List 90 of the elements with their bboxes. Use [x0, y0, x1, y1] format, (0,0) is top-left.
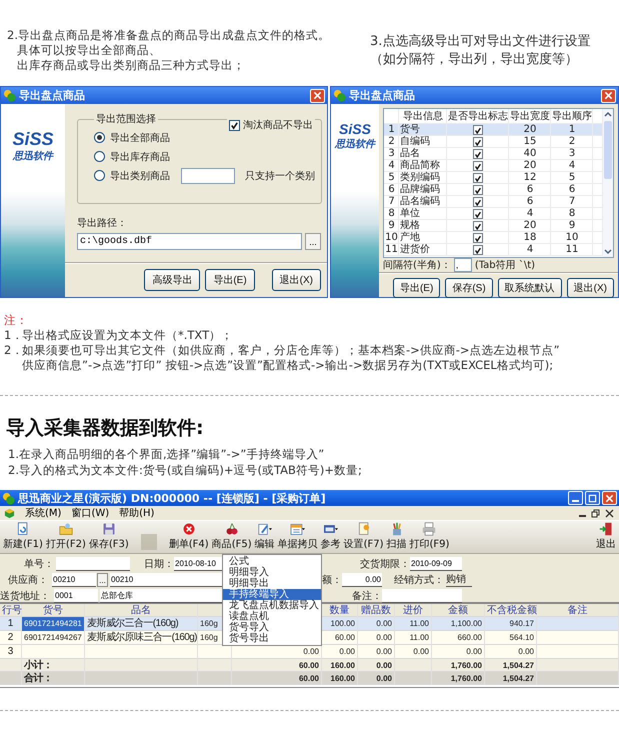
field-label: 送货地址：: [0, 590, 50, 603]
table-cell: 10: [551, 232, 593, 244]
note-text: 如果须要也可导出其它文件（如供应商，客户，分店仓库等）；基本档案->供应商->点选左边根节点”: [22, 343, 560, 358]
table-cell: 20: [509, 124, 551, 136]
hint-text: (Tab符用 `\t): [474, 259, 536, 272]
row-number: 10: [384, 232, 399, 244]
table-cell: 160.00: [322, 672, 358, 685]
field-label: 交货期限：: [359, 558, 410, 571]
logo-subtitle: 思迅软件: [13, 150, 53, 163]
row-number: 7: [384, 196, 399, 208]
caption-line: （如分隔符，导出列，导出宽度等）: [370, 51, 579, 69]
window-title: 导出盘点商品: [349, 88, 416, 103]
row-number: 3: [384, 148, 399, 160]
table-cell: 自编码: [399, 136, 447, 148]
table-cell: 15: [509, 136, 551, 148]
table-cell: 合计：: [22, 672, 85, 685]
table-cell: 20: [509, 220, 551, 232]
row-number: 11: [384, 244, 399, 256]
field-value: 购销: [446, 573, 472, 587]
table-cell: 60.00: [232, 672, 322, 685]
table-cell: 18: [509, 232, 551, 244]
field-label: 单号：: [23, 558, 54, 571]
table-cell: 11: [551, 244, 593, 256]
radio-label: 导出类别商品: [110, 170, 170, 182]
table-cell: 品名编码: [399, 196, 447, 208]
field-label: 经销方式：: [393, 574, 444, 587]
table-cell: 12: [509, 172, 551, 184]
field-label: 导出路径：: [77, 216, 128, 230]
note-text: 导出格式应设置为文本文件（*.TXT）；: [22, 328, 234, 343]
hint-text: 只支持一个类别: [245, 170, 315, 182]
table-cell: 单位: [399, 208, 447, 220]
checkbox-label: 淘汰商品不导出: [243, 118, 313, 132]
table-cell: 4: [509, 244, 551, 256]
field-label: 供应商：: [8, 574, 48, 587]
instruction-text: 1.在录入商品明细的各个界面,选择”编辑”->”手持终端导入”: [7, 446, 326, 462]
row-number: 9: [384, 220, 399, 232]
section-heading: 导入采集器数据到软件:: [6, 416, 205, 440]
table-cell: 0.00: [358, 672, 395, 685]
table-cell: 产地: [399, 232, 447, 244]
table-cell: 4: [509, 208, 551, 220]
table-cell: 9: [551, 220, 593, 232]
table-cell: 8: [551, 208, 593, 220]
caption-line: 2.导出盘点商品是将准备盘点的商品导出成盘点文件的格式。: [7, 28, 328, 43]
logo-subtitle: 思迅软件: [335, 138, 375, 151]
table-cell: 品牌编码: [399, 184, 447, 196]
table-cell: 货号: [399, 124, 447, 136]
row-number: 8: [384, 208, 399, 220]
note-text: 供应商信息”->点选”打印” 按钮->点选”设置”配置格式->输出->数据另存为(TXT或EXCEL格式均可);: [21, 358, 554, 373]
table-cell: 7: [551, 196, 593, 208]
field-label: 额：: [322, 574, 342, 587]
table-cell: 规格: [399, 220, 447, 232]
table-cell: 2: [551, 136, 593, 148]
field-label: 间隔符(半角)：: [383, 258, 451, 272]
table-cell: 商品简称: [399, 160, 447, 172]
row-number: 5: [384, 172, 399, 184]
logo-text: SiSS: [339, 122, 371, 137]
field-label: 日期：: [143, 558, 174, 571]
radio-label: 导出库存商品: [110, 150, 170, 164]
row-number: 1: [384, 124, 399, 136]
table-cell: 1: [551, 124, 593, 136]
table-cell: 6: [509, 196, 551, 208]
list-number: 1．: [4, 328, 22, 343]
table-cell: 20: [509, 160, 551, 172]
caption-line: 3.点选高级导出可对导出文件进行设置: [370, 33, 592, 51]
table-cell: 3: [551, 148, 593, 160]
radio-label: 导出全部商品: [110, 132, 170, 144]
notes-title: 注：: [4, 313, 29, 328]
row-number: 4: [384, 160, 399, 172]
table-cell: 40: [509, 148, 551, 160]
row-number: 6: [384, 184, 399, 196]
row-number: 2: [384, 136, 399, 148]
instruction-text: 2.导入的格式为文本文件:货号(或自编码)+逗号(或TAB符号)+数量;: [7, 462, 363, 478]
table-cell: 6: [551, 184, 593, 196]
table-cell: 1,760.00: [432, 672, 485, 685]
table-cell: 品名: [399, 148, 447, 160]
table-cell: 类别编码: [399, 172, 447, 184]
table-cell: 1,504.27: [485, 672, 537, 685]
caption-line: 具体可以按导出全部商品、: [16, 43, 162, 58]
group-title: 导出范围选择: [95, 112, 157, 126]
table-cell: 6: [509, 184, 551, 196]
window-title: 导出盘点商品: [19, 88, 86, 103]
table-cell: 6901721494281: [22, 617, 85, 631]
table-cell: 5: [551, 172, 593, 184]
caption-line: 出库存商品或导出类别商品三种方式导出；: [16, 58, 246, 73]
list-number: 2．: [4, 343, 22, 358]
field-label: 备注：: [351, 590, 382, 603]
table-cell: 进货价: [399, 244, 447, 256]
logo-text: SiSS: [12, 130, 54, 149]
window-title: 思迅商业之星(演示版) DN:000000 -- [连锁版] - [采购订单]: [18, 490, 327, 506]
table-cell: 4: [551, 160, 593, 172]
